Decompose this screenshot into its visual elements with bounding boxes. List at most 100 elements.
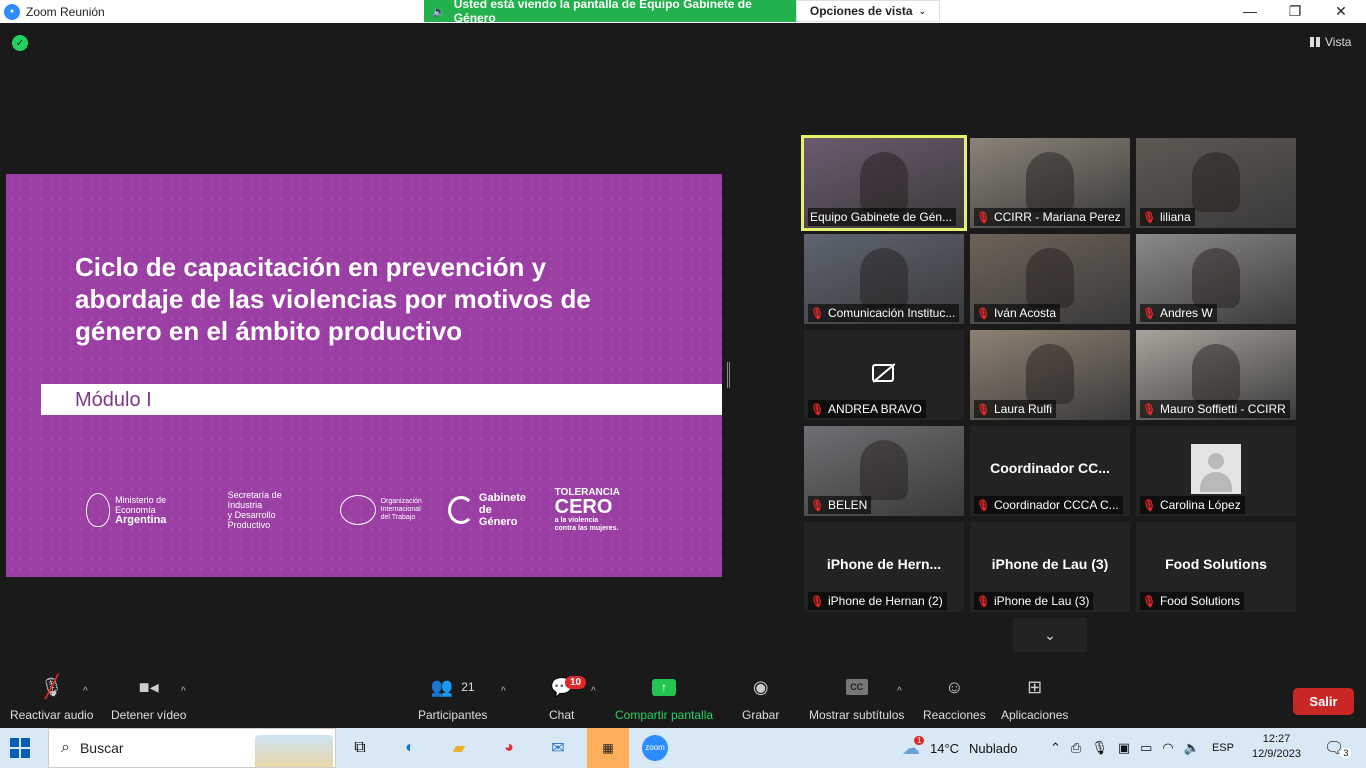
participant-display-name: Coordinador CC... [990,460,1110,476]
mic-muted-icon: 🎙 [976,307,990,320]
panel-splitter-handle[interactable] [727,362,730,388]
participant-tile[interactable]: Coordinador CC... 🎙 Coordinador CCCA C... [970,426,1130,516]
participant-tile[interactable]: 🎙 Comunicación Instituc... [804,234,964,324]
participant-tile[interactable]: Equipo Gabinete de Gén... [801,135,967,231]
chat-options-caret[interactable]: ^ [591,686,596,697]
participant-tile[interactable]: 🎙 Andres W [1136,234,1296,324]
share-screen-button[interactable]: ↑ Compartir pantalla [615,672,713,728]
camera-tray-icon[interactable]: ⎙ [1071,740,1081,756]
participant-name-tag: 🎙 iPhone de Lau (3) [974,592,1094,610]
participant-tile[interactable]: 🎙 Iván Acosta [970,234,1130,324]
participants-button[interactable]: 👥 21 Participantes [418,672,487,728]
weather-widget[interactable]: ☁ 1 14°C Nublado [902,728,1017,768]
participant-tile[interactable]: 🎙 CCIRR - Mariana Perez [970,138,1130,228]
participant-silhouette [1026,248,1074,308]
mic-muted-icon: 🎙 [976,499,990,512]
participants-options-caret[interactable]: ^ [501,686,506,697]
clock[interactable]: 12:27 12/9/2023 [1252,732,1301,762]
participant-name: Iván Acosta [993,306,1057,320]
volume-icon[interactable]: 🔈 [1184,740,1200,756]
video-options-caret[interactable]: ^ [181,686,186,697]
unmute-button[interactable]: 🎙 ╱ Reactivar audio [10,672,93,728]
zoom-taskbar-icon[interactable]: zoom [641,734,669,762]
meeting-toolbar: 🎙 ╱ Reactivar audio ^ ■◂ Detener vídeo ^ … [0,672,1366,728]
participant-name-tag: 🎙 Food Solutions [1140,592,1245,610]
participant-tile[interactable]: 🎙 BELEN [804,426,964,516]
logo-text: contra las mujeres. [554,524,619,532]
cc-icon: CC [845,679,868,695]
mic-muted-icon: 🎙 [810,307,824,320]
logos-row: Ministerio de Economía Argentina Secretar… [86,487,646,532]
share-banner: 🔈 Usted está viendo la pantalla de Equip… [424,0,796,25]
participant-silhouette [1026,152,1074,212]
participant-tile[interactable]: 🎙 Mauro Soffietti - CCIRR [1136,330,1296,420]
participant-tile[interactable]: 🎙 Carolina López [1136,426,1296,516]
battery-icon[interactable]: ▭ [1140,740,1152,756]
wifi-icon[interactable]: ◠ [1162,740,1173,756]
chevron-down-icon: ⌄ [1044,626,1056,643]
participant-silhouette [1192,344,1240,404]
record-button[interactable]: ◉ Grabar [742,672,779,728]
participant-tile[interactable]: Food Solutions 🎙 Food Solutions [1136,522,1296,612]
gabinete-g-icon [447,496,474,524]
chevron-up-icon[interactable]: ⌃ [1050,740,1061,756]
participant-name-tag: 🎙 BELEN [808,496,872,514]
captions-options-caret[interactable]: ^ [897,686,902,697]
record-label: Grabar [742,708,780,722]
participant-name: iPhone de Hernan (2) [827,594,943,608]
taskbar-search-box[interactable]: ⌕ Buscar [48,728,336,768]
window-title: Zoom Reunión [26,4,105,19]
participant-tile[interactable]: 🎙 ANDREA BRAVO [804,330,964,420]
grid-icon [1310,37,1320,47]
edge-icon[interactable]: ◐ [396,734,424,762]
logo-oit: Organización Internacional del Trabajo [339,495,422,525]
participant-name-tag: 🎙 Comunicación Instituc... [808,304,960,322]
minimize-button[interactable]: — [1227,0,1273,22]
apps-icon: ⊞ [1027,676,1043,697]
windows-start-icon[interactable] [10,738,30,758]
leave-button[interactable]: Salir [1293,688,1354,715]
maximize-button[interactable]: ❐ [1272,0,1318,22]
share-screen-icon-wrap: ↑ [652,672,677,702]
participants-icon: 👥 21 [430,676,475,697]
logo-text: a la violencia [554,516,599,524]
view-button[interactable]: Vista [1310,35,1351,49]
participant-name: BELEN [827,498,868,512]
unmute-label: Reactivar audio [10,708,94,722]
smiley-icon: ☺ [945,676,964,697]
task-view-icon[interactable]: ⧉ [346,734,374,762]
participants-label: Participantes [418,708,488,722]
participant-name-tag: 🎙 ANDREA BRAVO [808,400,926,418]
view-options-button[interactable]: Opciones de vista ⌄ [796,0,940,22]
mic-muted-icon: 🎙 [810,499,824,512]
media-app-icon[interactable]: ▦ [587,728,629,768]
input-language[interactable]: ESP [1212,742,1234,754]
participant-silhouette [1192,248,1240,308]
participant-tile[interactable]: 🎙 Laura Rulfi [970,330,1130,420]
apps-button[interactable]: ⊞ Aplicaciones [1001,672,1068,728]
participant-display-name: iPhone de Hern... [826,556,942,572]
mic-muted-icon: 🎙 [1142,403,1156,416]
mic-muted-icon: 🎙 [810,595,824,608]
audio-options-caret[interactable]: ^ [83,686,88,697]
search-placeholder: Buscar [79,740,124,756]
reactions-button[interactable]: ☺ Reacciones [923,672,986,728]
participant-tile[interactable]: iPhone de Hern... 🎙 iPhone de Hernan (2) [804,522,964,612]
participant-name: liliana [1159,210,1191,224]
mail-icon[interactable]: ✉ [544,734,572,762]
gallery-next-page-button[interactable]: ⌄ [1013,618,1087,652]
display-tray-icon[interactable]: ▣ [1118,740,1130,756]
file-explorer-icon[interactable]: ▰ [445,734,473,762]
notification-center-icon[interactable]: 🗨 3 [1324,728,1352,768]
logo-secretaria: Secretaría de Industria y Desarrollo Prod… [228,490,314,530]
participant-tile[interactable]: 🎙 liliana [1136,138,1296,228]
chrome-icon[interactable]: ◕ [495,734,523,762]
participant-name-tag: 🎙 liliana [1140,208,1195,226]
participant-tile[interactable]: iPhone de Lau (3) 🎙 iPhone de Lau (3) [970,522,1130,612]
close-button[interactable]: ✕ [1318,0,1364,22]
stop-video-button[interactable]: ■◂ Detener vídeo [111,672,186,728]
microphone-tray-icon[interactable]: 🎙 [1091,740,1108,756]
security-shield-icon[interactable]: ✓ [12,35,28,51]
captions-button[interactable]: CC Mostrar subtítulos [809,672,904,728]
logo-text: Ministerio de Economía [115,495,167,515]
